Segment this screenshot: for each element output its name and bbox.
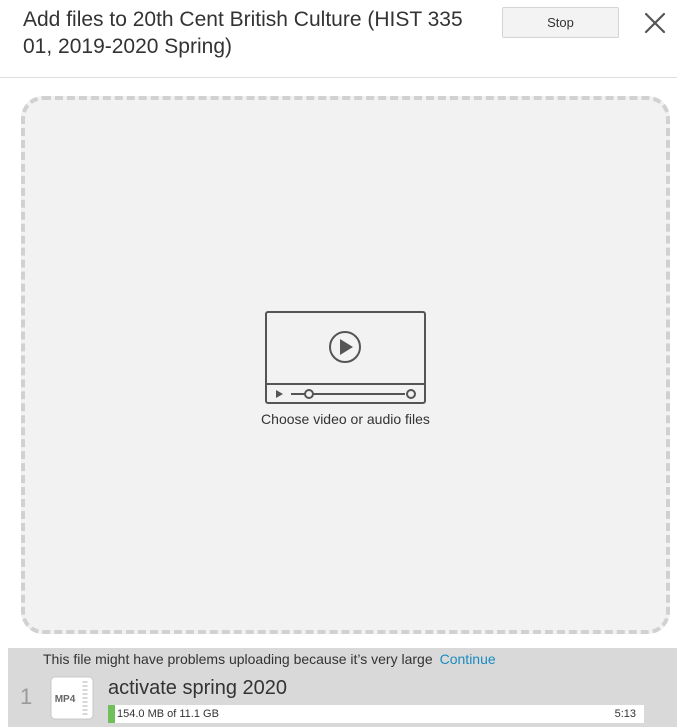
warning-text: This file might have problems uploading … <box>43 651 433 667</box>
upload-progress-bar: 154.0 MB of 11.1 GB 5:13 <box>108 705 644 723</box>
upload-time-remaining: 5:13 <box>614 708 636 720</box>
video-player-icon <box>265 311 426 404</box>
upload-progress-text: 154.0 MB of 11.1 GB <box>117 708 219 720</box>
continue-link[interactable]: Continue <box>440 651 496 667</box>
file-name: activate spring 2020 <box>108 677 288 699</box>
dropzone-label[interactable]: Choose video or audio files <box>25 411 666 427</box>
dialog-title: Add files to 20th Cent British Culture (… <box>23 8 463 58</box>
file-dropzone[interactable]: Choose video or audio files <box>21 96 670 634</box>
upload-panel: This file might have problems uploading … <box>8 648 677 727</box>
stop-button[interactable]: Stop <box>502 7 619 38</box>
close-icon <box>644 12 666 34</box>
upload-progress-fill <box>108 705 116 723</box>
large-file-warning: This file might have problems uploading … <box>43 650 496 668</box>
dialog-header: Add files to 20th Cent British Culture (… <box>0 0 677 78</box>
mp4-file-icon: MP4 <box>50 676 94 720</box>
dropzone-content[interactable]: Choose video or audio files <box>25 310 666 427</box>
file-type-badge: MP4 <box>55 694 76 705</box>
file-index: 1 <box>20 684 33 709</box>
close-button[interactable] <box>637 5 673 41</box>
